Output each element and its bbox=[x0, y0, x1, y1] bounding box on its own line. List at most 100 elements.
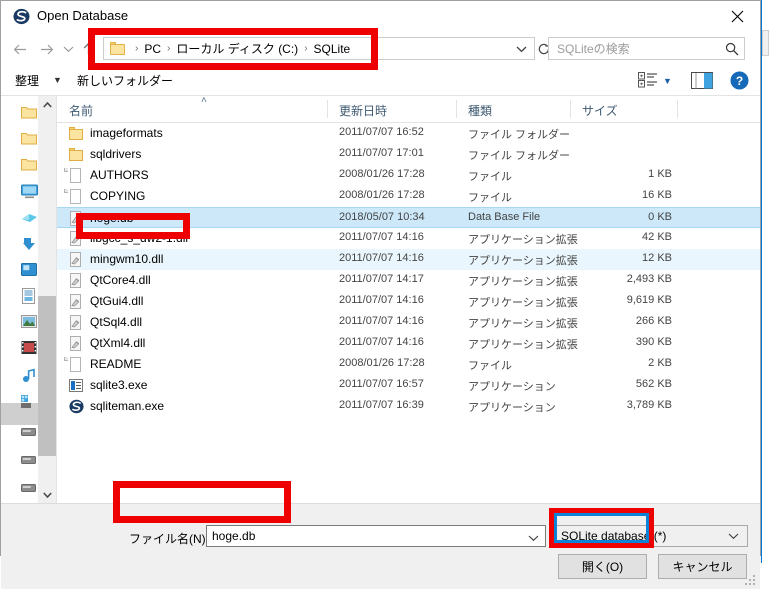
nav-folder-icon[interactable] bbox=[21, 104, 37, 120]
table-row[interactable]: QtCore4.dll 2011/07/07 14:17 アプリケーション拡張 2,4… bbox=[57, 270, 760, 291]
arrow-left-icon[interactable] bbox=[9, 38, 31, 60]
preview-pane-icon[interactable] bbox=[691, 72, 713, 89]
arrow-right-icon[interactable] bbox=[35, 38, 57, 60]
breadcrumb-item-local-disk[interactable]: ローカル ディスク (C:) bbox=[176, 40, 298, 57]
breadcrumb-item-pc[interactable]: PC bbox=[144, 42, 161, 56]
breadcrumb-item-sqlite[interactable]: SQLite bbox=[314, 42, 351, 56]
filename-input[interactable]: hoge.db bbox=[206, 525, 546, 547]
table-row[interactable]: QtXml4.dll 2011/07/07 14:16 アプリケーション拡張 390 … bbox=[57, 333, 760, 354]
downloads-arrow-icon[interactable] bbox=[21, 236, 37, 252]
table-row[interactable]: QtSql4.dll 2011/07/07 14:16 アプリケーション拡張 266 … bbox=[57, 312, 760, 333]
search-icon[interactable] bbox=[720, 42, 744, 56]
file-type-cell: Data Base File bbox=[468, 211, 541, 223]
table-row[interactable]: sqliteman.exe 2011/07/07 16:39 アプリケーション 3,7… bbox=[57, 396, 760, 417]
column-header-name[interactable]: 名前 bbox=[69, 102, 93, 119]
column-divider[interactable] bbox=[677, 100, 678, 118]
breadcrumb-separator: › bbox=[135, 43, 139, 54]
column-divider[interactable] bbox=[570, 100, 571, 118]
filename-label: ファイル名(N): bbox=[129, 532, 209, 546]
file-size-cell: 12 KB bbox=[642, 252, 672, 264]
table-row[interactable]: libgcc_s_dw2-1.dll 2011/07/07 14:16 アプリケーシ… bbox=[57, 228, 760, 249]
file-type-filter-value: SQLite database (*) bbox=[561, 529, 667, 543]
resize-grip-icon[interactable] bbox=[745, 575, 755, 585]
navigation-pane bbox=[1, 96, 56, 503]
drive-icon[interactable] bbox=[21, 482, 37, 498]
file-name-cell: README bbox=[90, 357, 142, 371]
open-database-dialog: Open Database › PC › ローカル ディスク (C:) › SQ… bbox=[0, 0, 761, 589]
table-row[interactable]: mingwm10.dll 2011/07/07 14:16 アプリケーション拡張 12… bbox=[57, 249, 760, 270]
chevron-down-icon[interactable] bbox=[528, 531, 539, 545]
file-type-cell: アプリケーション拡張 bbox=[468, 276, 578, 288]
open-button[interactable]: 開く(O) bbox=[558, 554, 647, 579]
file-date-cell: 2011/07/07 16:39 bbox=[339, 399, 424, 411]
table-row[interactable]: sqlite3.exe 2011/07/07 16:57 アプリケーション 562 K… bbox=[57, 375, 760, 396]
file-name-cell: imageformats bbox=[90, 126, 163, 140]
file-size-cell: 0 KB bbox=[648, 211, 672, 223]
nav-pane-scrollbar[interactable] bbox=[38, 96, 56, 503]
this-pc-icon[interactable] bbox=[21, 184, 38, 200]
nav-pane-scroll-thumb[interactable] bbox=[38, 296, 56, 456]
videos-icon[interactable] bbox=[21, 340, 37, 356]
dialog-title-bar: Open Database bbox=[1, 1, 760, 32]
file-type-cell: アプリケーション拡張 bbox=[468, 234, 578, 246]
breadcrumb[interactable]: › PC › ローカル ディスク (C:) › SQLite bbox=[103, 37, 535, 60]
column-divider[interactable] bbox=[327, 100, 328, 118]
table-row[interactable]: AUTHORS 2008/01/26 17:28 ファイル 1 KB bbox=[57, 165, 760, 186]
table-row[interactable]: README 2008/01/26 17:28 ファイル 2 KB bbox=[57, 354, 760, 375]
file-size-cell: 42 KB bbox=[642, 231, 672, 243]
view-list-icon[interactable] bbox=[638, 72, 658, 88]
column-divider[interactable] bbox=[456, 100, 457, 118]
chevron-up-icon[interactable] bbox=[38, 96, 56, 113]
local-disk-icon[interactable] bbox=[21, 394, 37, 410]
downloads-icon[interactable] bbox=[21, 210, 37, 226]
file-type-cell: アプリケーション拡張 bbox=[468, 318, 578, 330]
breadcrumb-separator: › bbox=[167, 43, 171, 54]
drive-icon[interactable] bbox=[21, 454, 37, 470]
documents-icon[interactable] bbox=[21, 288, 37, 304]
table-row[interactable]: COPYING 2008/01/26 17:28 ファイル 16 KB bbox=[57, 186, 760, 207]
table-row[interactable]: imageformats 2011/07/07 16:52 ファイル フォルダー bbox=[57, 123, 760, 144]
desktop-icon[interactable] bbox=[21, 262, 37, 278]
chevron-down-icon[interactable] bbox=[728, 529, 747, 543]
file-date-cell: 2011/07/07 14:16 bbox=[339, 231, 424, 243]
cancel-button[interactable]: キャンセル bbox=[658, 554, 747, 579]
column-header-size[interactable]: サイズ bbox=[582, 102, 618, 119]
nav-folder-icon[interactable] bbox=[21, 130, 37, 146]
music-icon[interactable] bbox=[21, 368, 37, 384]
table-row[interactable]: sqldrivers 2011/07/07 17:01 ファイル フォルダー bbox=[57, 144, 760, 165]
underlying-window-right-strip bbox=[762, 0, 769, 563]
file-name-cell: hoge.db bbox=[90, 211, 134, 225]
column-header-date[interactable]: 更新日時 bbox=[339, 102, 387, 119]
search-input[interactable]: SQLiteの検索 bbox=[548, 37, 745, 60]
arrow-up-icon[interactable] bbox=[77, 38, 99, 60]
table-row[interactable]: hoge.db 2018/05/07 10:34 Data Base File 0 K… bbox=[57, 207, 760, 228]
drive-icon[interactable] bbox=[21, 426, 37, 442]
file-date-cell: 2011/07/07 17:01 bbox=[339, 147, 424, 159]
organize-button[interactable]: 整理 bbox=[15, 72, 39, 89]
file-type-cell: ファイル bbox=[468, 360, 512, 372]
file-type-filter-select[interactable]: SQLite database (*) bbox=[552, 525, 748, 547]
file-type-cell: アプリケーション拡張 bbox=[468, 339, 578, 351]
breadcrumb-separator: › bbox=[304, 43, 308, 54]
chevron-down-icon[interactable]: ▼ bbox=[53, 75, 62, 85]
file-list-rows: imageformats 2011/07/07 16:52 ファイル フォルダー sq… bbox=[57, 123, 760, 417]
file-type-cell: ファイル bbox=[468, 192, 512, 204]
chevron-down-icon[interactable] bbox=[59, 38, 77, 60]
nav-folder-icon[interactable] bbox=[21, 156, 37, 172]
sqliteman-s-icon bbox=[69, 399, 84, 417]
new-folder-button[interactable]: 新しいフォルダー bbox=[77, 72, 173, 89]
help-question-icon[interactable]: ? bbox=[730, 71, 749, 90]
close-icon[interactable] bbox=[714, 1, 760, 31]
file-type-cell: アプリケーション bbox=[468, 381, 556, 393]
file-name-cell: libgcc_s_dw2-1.dll bbox=[90, 231, 189, 245]
chevron-down-icon[interactable] bbox=[516, 42, 527, 56]
address-bar: › PC › ローカル ディスク (C:) › SQLite SQLiteの検索 bbox=[1, 32, 760, 65]
pictures-icon[interactable] bbox=[21, 314, 37, 330]
file-size-cell: 1 KB bbox=[648, 168, 672, 180]
table-row[interactable]: QtGui4.dll 2011/07/07 14:16 アプリケーション拡張 9,61… bbox=[57, 291, 760, 312]
chevron-down-icon[interactable] bbox=[38, 486, 56, 503]
file-type-cell: アプリケーション拡張 bbox=[468, 297, 578, 309]
column-header-type[interactable]: 種類 bbox=[468, 102, 492, 119]
search-placeholder: SQLiteの検索 bbox=[557, 42, 630, 56]
chevron-down-icon[interactable]: ▼ bbox=[663, 76, 672, 86]
